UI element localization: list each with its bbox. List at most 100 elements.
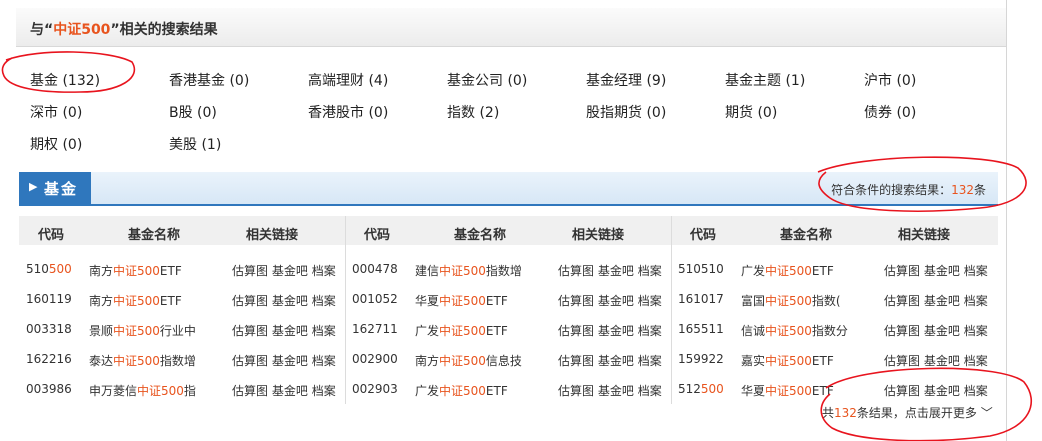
fund-forum-link[interactable]: 基金吧 [272, 264, 308, 278]
archive-link[interactable]: 档案 [312, 324, 336, 338]
fund-code[interactable]: 003986 [26, 382, 72, 396]
fund-forum-link[interactable]: 基金吧 [598, 264, 634, 278]
fund-code[interactable]: 002903 [352, 382, 398, 396]
related-links: 估算图 基金吧 档案 [232, 382, 336, 399]
fund-name[interactable]: 广发中证500ETF [415, 322, 508, 339]
category-item[interactable]: 指数 (2) [447, 102, 499, 122]
fund-forum-link[interactable]: 基金吧 [272, 294, 308, 308]
estimate-chart-link[interactable]: 估算图 [558, 354, 594, 368]
fund-name[interactable]: 华夏中证500ETF [415, 292, 508, 309]
name-highlight: 中证500 [765, 384, 812, 398]
fund-code[interactable]: 162216 [26, 352, 72, 366]
fund-name[interactable]: 信诚中证500指数分 [741, 322, 848, 339]
fund-code[interactable]: 510500 [26, 262, 72, 276]
related-links: 估算图 基金吧 档案 [232, 322, 336, 339]
archive-link[interactable]: 档案 [312, 294, 336, 308]
show-more-link[interactable]: 共132条结果，点击展开更多 ﹀ [822, 404, 993, 421]
category-item[interactable]: 沪市 (0) [864, 70, 916, 90]
fund-forum-link[interactable]: 基金吧 [272, 384, 308, 398]
fund-forum-link[interactable]: 基金吧 [598, 294, 634, 308]
estimate-chart-link[interactable]: 估算图 [232, 324, 268, 338]
fund-name[interactable]: 华夏中证500ETF [741, 382, 834, 399]
fund-code[interactable]: 161017 [678, 292, 724, 306]
archive-link[interactable]: 档案 [638, 264, 662, 278]
category-item[interactable]: 基金公司 (0) [447, 70, 527, 90]
category-item[interactable]: 高端理财 (4) [308, 70, 388, 90]
fund-name[interactable]: 广发中证500ETF [415, 382, 508, 399]
archive-link[interactable]: 档案 [964, 264, 988, 278]
estimate-chart-link[interactable]: 估算图 [232, 384, 268, 398]
fund-code[interactable]: 000478 [352, 262, 398, 276]
archive-link[interactable]: 档案 [638, 324, 662, 338]
category-item[interactable]: 深市 (0) [30, 102, 82, 122]
fund-name[interactable]: 建信中证500指数增 [415, 262, 522, 279]
fund-forum-link[interactable]: 基金吧 [924, 324, 960, 338]
fund-forum-link[interactable]: 基金吧 [272, 324, 308, 338]
category-item[interactable]: 基金经理 (9) [586, 70, 666, 90]
fund-code[interactable]: 510510 [678, 262, 724, 276]
category-item[interactable]: 债券 (0) [864, 102, 916, 122]
fund-name[interactable]: 申万菱信中证500指 [89, 382, 196, 399]
category-item[interactable]: 美股 (1) [169, 134, 221, 154]
name-part: 指数增 [159, 354, 196, 368]
fund-name[interactable]: 南方中证500ETF [89, 262, 182, 279]
fund-code[interactable]: 160119 [26, 292, 72, 306]
fund-forum-link[interactable]: 基金吧 [924, 384, 960, 398]
archive-link[interactable]: 档案 [638, 294, 662, 308]
estimate-chart-link[interactable]: 估算图 [232, 294, 268, 308]
category-item[interactable]: 股指期货 (0) [586, 102, 666, 122]
estimate-chart-link[interactable]: 估算图 [232, 264, 268, 278]
estimate-chart-link[interactable]: 估算图 [558, 324, 594, 338]
name-part: 富国 [741, 294, 766, 308]
fund-code[interactable]: 512500 [678, 382, 724, 396]
archive-link[interactable]: 档案 [638, 384, 662, 398]
fund-name[interactable]: 南方中证500ETF [89, 292, 182, 309]
archive-link[interactable]: 档案 [312, 384, 336, 398]
fund-code[interactable]: 002900 [352, 352, 398, 366]
archive-link[interactable]: 档案 [964, 324, 988, 338]
category-item[interactable]: 香港股市 (0) [308, 102, 388, 122]
category-item[interactable]: 期货 (0) [725, 102, 777, 122]
estimate-chart-link[interactable]: 估算图 [884, 384, 920, 398]
fund-section-tab[interactable]: ▶ 基金 [19, 172, 91, 204]
estimate-chart-link[interactable]: 估算图 [558, 294, 594, 308]
archive-link[interactable]: 档案 [638, 354, 662, 368]
archive-link[interactable]: 档案 [312, 354, 336, 368]
fund-name[interactable]: 广发中证500ETF [741, 262, 834, 279]
estimate-chart-link[interactable]: 估算图 [884, 294, 920, 308]
fund-forum-link[interactable]: 基金吧 [924, 354, 960, 368]
fund-name[interactable]: 嘉实中证500ETF [741, 352, 834, 369]
fund-forum-link[interactable]: 基金吧 [598, 384, 634, 398]
fund-name[interactable]: 南方中证500信息技 [415, 352, 522, 369]
fund-forum-link[interactable]: 基金吧 [598, 324, 634, 338]
estimate-chart-link[interactable]: 估算图 [884, 354, 920, 368]
fund-forum-link[interactable]: 基金吧 [924, 294, 960, 308]
estimate-chart-link[interactable]: 估算图 [884, 264, 920, 278]
archive-link[interactable]: 档案 [964, 384, 988, 398]
archive-link[interactable]: 档案 [312, 264, 336, 278]
estimate-chart-link[interactable]: 估算图 [232, 354, 268, 368]
fund-forum-link[interactable]: 基金吧 [598, 354, 634, 368]
fund-code[interactable]: 003318 [26, 322, 72, 336]
archive-link[interactable]: 档案 [964, 354, 988, 368]
name-highlight: 中证500 [765, 324, 812, 338]
category-item[interactable]: 基金 (132) [30, 70, 100, 90]
estimate-chart-link[interactable]: 估算图 [558, 264, 594, 278]
category-item[interactable]: 香港基金 (0) [169, 70, 249, 90]
estimate-chart-link[interactable]: 估算图 [558, 384, 594, 398]
fund-name[interactable]: 泰达中证500指数增 [89, 352, 196, 369]
category-item[interactable]: B股 (0) [169, 102, 217, 122]
category-item[interactable]: 基金主题 (1) [725, 70, 805, 90]
estimate-chart-link[interactable]: 估算图 [884, 324, 920, 338]
fund-code[interactable]: 162711 [352, 322, 398, 336]
archive-link[interactable]: 档案 [964, 294, 988, 308]
fund-name[interactable]: 富国中证500指数( [741, 292, 841, 309]
category-item[interactable]: 期权 (0) [30, 134, 82, 154]
fund-code[interactable]: 001052 [352, 292, 398, 306]
fund-code[interactable]: 165511 [678, 322, 724, 336]
fund-forum-link[interactable]: 基金吧 [272, 354, 308, 368]
fund-code[interactable]: 159922 [678, 352, 724, 366]
fund-forum-link[interactable]: 基金吧 [924, 264, 960, 278]
fund-name[interactable]: 景顺中证500行业中 [89, 322, 196, 339]
window-edge [1006, 0, 1007, 441]
